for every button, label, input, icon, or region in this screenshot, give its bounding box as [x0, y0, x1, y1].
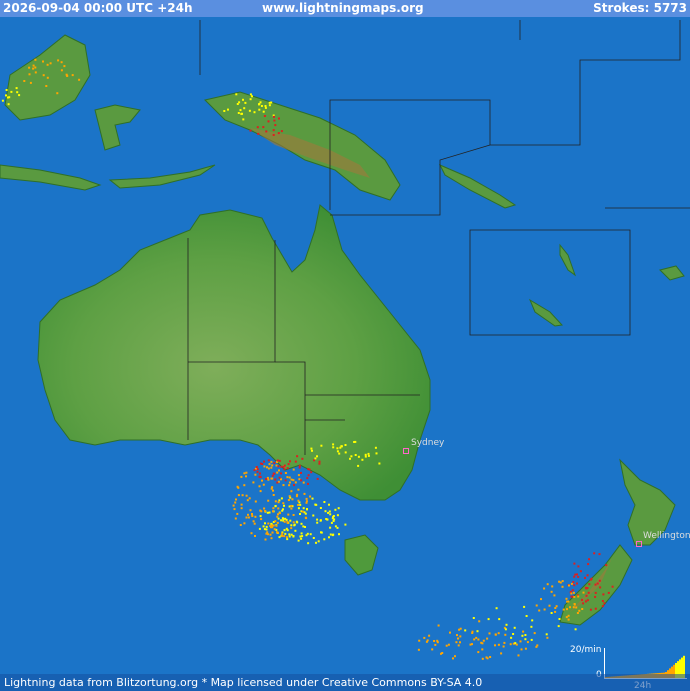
lightning-map[interactable]: 2026-09-04 00:00 UTC +24h www.lightningm… — [0, 0, 690, 691]
legend-rate-label: 20/min — [570, 645, 602, 655]
credit-text: Lightning data from Blitzortung.org * Ma… — [4, 676, 483, 689]
footer-bar: Lightning data from Blitzortung.org * Ma… — [0, 674, 690, 691]
legend-bars — [605, 655, 685, 678]
